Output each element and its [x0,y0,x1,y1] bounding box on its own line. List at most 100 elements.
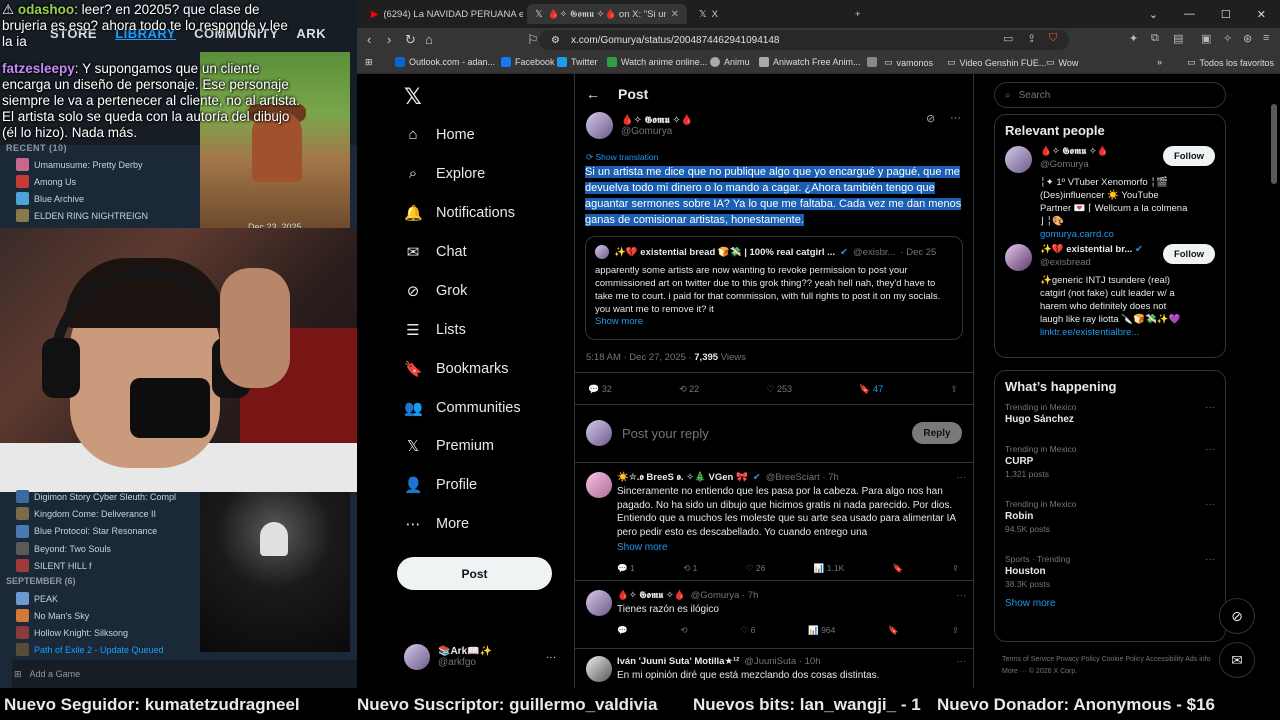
close-window-icon[interactable]: ✕ [1257,8,1266,21]
bookmark-item[interactable]: Watch anime online... [607,57,707,67]
post-button[interactable]: Post [397,557,552,590]
bookmark-item[interactable]: Outlook.com - adan... [395,57,495,67]
trend-item[interactable]: Trending in Mexico Robin 94.5K posts ··· [1005,499,1215,554]
nav-notifications[interactable]: 🔔 Notifications [404,204,515,222]
profile-link[interactable]: linktr.ee/existentialbre... [1040,327,1139,338]
nav-lists[interactable]: ☰ Lists [404,321,466,339]
tweet-author[interactable]: 🩸✧ 𝕲𝖔𝖒𝖚 ✧🩸 @Gomurya [586,112,693,139]
nav-grok[interactable]: ⊘ Grok [404,282,468,300]
nav-chat[interactable]: ✉ Chat [404,243,467,261]
bookmark-folder[interactable]: ▭ vamonos [884,57,933,68]
maximize-icon[interactable]: ☐ [1221,8,1231,21]
reload-icon[interactable]: ↻ [405,32,416,48]
bookmark-folder[interactable]: ▭ Wow [1046,57,1078,68]
puzzle-icon[interactable]: ⧉ [1151,32,1159,45]
nav-explore[interactable]: ⌕ Explore [404,165,485,182]
extension-icon[interactable]: ✦ [1129,32,1138,45]
bookmark-page-icon[interactable]: ⚐ [527,32,539,48]
add-game-button[interactable]: ⊞ Add a Game [12,660,357,688]
game-item[interactable]: No Man's Sky [16,607,164,624]
sidebar-icon[interactable]: ▤ [1173,32,1183,45]
tab-x-post[interactable]: 𝕏 🩸✧ 𝕲𝖔𝖒𝖚 ✧🩸 on X: "Si un ar ✕ [527,4,687,24]
address-bar[interactable]: ⚙ x.com/Gomurya/status/20048744629410941… [539,30,1069,50]
menu-icon[interactable]: ≡ [1263,32,1269,44]
leo-icon[interactable]: ✧ [1223,32,1232,45]
game-item[interactable]: Kingdom Come: Deliverance II [16,505,176,522]
share-icon[interactable]: ⇪ [950,384,958,395]
footer-links[interactable]: Terms of Service Privacy Policy Cookie P… [1002,654,1222,678]
game-item[interactable]: Umamusume: Pretty Derby [16,156,148,173]
messages-fab-icon[interactable]: ✉ [1219,642,1255,678]
cast-icon[interactable]: ▭ [1003,32,1013,45]
nav-more[interactable]: ⋯ More [404,515,470,533]
game-item[interactable]: ELDEN RING NIGHTREIGN [16,207,148,224]
repost-action[interactable]: ⟲ 22 [679,384,699,395]
bookmark-item[interactable]: Animu [710,57,750,67]
trend-item[interactable]: Trending in Mexico CURP 1,321 posts ··· [1005,444,1215,499]
reply-input[interactable]: Post your reply [622,426,902,441]
nav-premium[interactable]: 𝕏 Premium [404,437,494,455]
game-item[interactable]: Beyond: Two Souls [16,540,176,557]
nav-home[interactable]: ⌂ Home [404,126,474,143]
bookmark-action[interactable]: 🔖 47 [859,384,883,395]
apps-icon[interactable]: ⊞ [365,57,373,68]
minimize-icon[interactable]: — [1184,8,1195,20]
quoted-tweet[interactable]: ✨💔 existential bread 🍞💸 | 100% real catg… [585,236,963,340]
nav-profile[interactable]: 👤 Profile [404,476,477,494]
follow-button[interactable]: Follow [1163,244,1215,264]
back-icon[interactable]: ‹ [367,32,371,47]
tab-search-icon[interactable]: ⌄ [1149,8,1158,21]
trend-item[interactable]: Sports · Trending Houston 38.3K posts ··· [1005,554,1215,598]
game-item[interactable]: Blue Archive [16,190,148,207]
game-item[interactable]: SILENT HILL f [16,557,176,574]
person-card[interactable]: ✨💔 existential br... ✔ @exisbread ✨gener… [1005,244,1215,342]
show-translation-link[interactable]: ⟳ Show translation [586,152,658,163]
reply-item[interactable]: ☀️✮.𝖔 BreeS 𝖔. ✧🎄 VGen 🎀 ✔ @BreeSciart · 7… [586,472,966,574]
search-input[interactable]: ⌕ Search [994,82,1226,108]
bookmark-item[interactable] [867,57,877,67]
quote-show-more[interactable]: Show more [595,316,953,327]
show-more-link[interactable]: Show more [586,541,966,555]
wallet-icon[interactable]: ▣ [1201,32,1211,45]
brave-shield-icon[interactable]: ⛉ [1049,32,1057,45]
x-logo-icon[interactable]: 𝕏 [404,84,422,110]
profile-link[interactable]: gomurya.carrd.co [1040,229,1114,240]
reply-item[interactable]: 🩸✧ 𝕲𝖔𝖒𝖚 ✧🩸 @Gomurya · 7h ··· Tienes razón … [586,590,966,636]
like-action[interactable]: ♡ 253 [766,384,792,395]
game-item[interactable]: Path of Exile 2 - Update Queued [16,641,164,658]
game-item[interactable]: Digimon Story Cyber Sleuth: Compl [16,488,176,505]
trend-item[interactable]: Trending in Mexico Hugo Sánchez ··· [1005,402,1215,444]
vpn-icon[interactable]: ⊛ [1243,32,1252,45]
bookmark-item[interactable]: Facebook [501,57,555,67]
game-item[interactable]: Among Us [16,173,148,190]
forward-icon[interactable]: › [387,32,391,47]
grok-icon[interactable]: ⊘ [926,112,935,125]
share-icon[interactable]: ⇪ [1027,32,1036,45]
reply-item[interactable]: Iván 'Juuni Suta' Motilla★¹² @JuuniSuta ·… [586,656,966,683]
chevron-right-icon[interactable]: » [1157,57,1162,67]
bookmark-folder[interactable]: ▭ Video Genshin FUE... [947,57,1046,68]
new-tab-button[interactable]: + [855,4,875,24]
grok-fab-icon[interactable]: ⊘ [1219,598,1255,634]
nav-bookmarks[interactable]: 🔖 Bookmarks [404,360,509,378]
follow-button[interactable]: Follow [1163,146,1215,166]
game-item[interactable]: Hollow Knight: Silksong [16,624,164,641]
reply-action[interactable]: 💬 32 [588,384,612,395]
tab-x[interactable]: 𝕏 X [691,4,851,24]
bookmark-item[interactable]: Aniwatch Free Anim... [759,57,861,67]
account-switcher[interactable]: 📚Ark📖✨ @arkfgo ··· [404,644,556,670]
show-more-link[interactable]: Show more [1005,598,1215,609]
tab-youtube[interactable]: ▶ (6294) La NAVIDAD PERUANA es OTR [363,4,523,24]
person-card[interactable]: 🩸✧ 𝕲𝖔𝖒𝖚 ✧🩸 @Gomurya ╎✦ 1º VTuber Xenomor… [1005,146,1215,244]
game-item[interactable]: Blue Protocol: Star Resonance [16,523,176,540]
all-bookmarks-folder[interactable]: ▭ Todos los favoritos [1187,57,1274,68]
bookmark-item[interactable]: Twitter [557,57,598,67]
site-info-icon[interactable]: ⚙ [551,35,560,46]
reply-button[interactable]: Reply [912,422,962,444]
game-item[interactable]: PEAK [16,590,164,607]
home-icon[interactable]: ⌂ [425,32,433,47]
back-arrow-icon[interactable]: ← [586,86,600,102]
more-icon[interactable]: ··· [950,112,961,124]
nav-communities[interactable]: 👥 Communities [404,399,521,417]
scrollbar[interactable] [1270,74,1278,688]
